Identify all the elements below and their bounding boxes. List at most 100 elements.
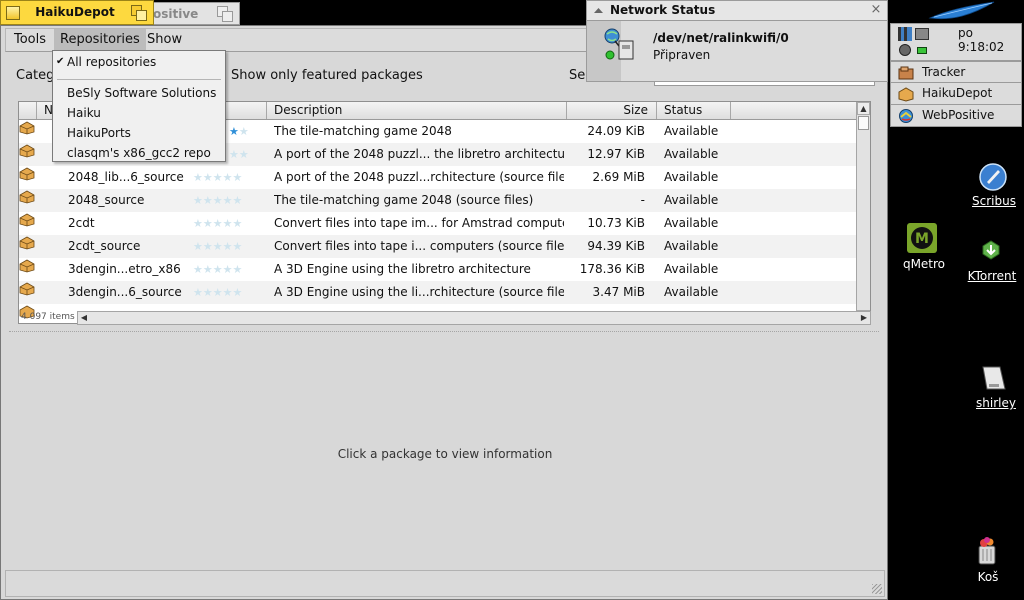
package-description: Convert files into tape i... computers (… <box>274 239 564 253</box>
ktorrent-icon <box>982 240 1000 260</box>
package-description: A port of the 2048 puzzl...rchitecture (… <box>274 170 564 184</box>
package-description: A port of the 2048 puzzl... the libretro… <box>274 147 564 161</box>
package-description: A 3D Engine using the libretro architect… <box>274 262 531 276</box>
zoom-icon[interactable] <box>131 5 147 21</box>
collapse-arrow-icon[interactable] <box>593 5 604 16</box>
vertical-scrollbar[interactable]: ▲ ▼ <box>856 102 870 323</box>
package-rating: ★★★★★ <box>193 286 243 299</box>
desktop-icon-scribus[interactable]: Scribus <box>966 160 1022 212</box>
desktop-icon-label: Koš <box>977 570 999 584</box>
package-size: 94.39 KiB <box>587 239 645 253</box>
scribus-icon <box>979 163 1007 191</box>
volume-drive-icon <box>982 366 1006 390</box>
package-status: Available <box>664 262 719 276</box>
desktop-icon-trash[interactable]: Koš <box>960 536 1016 586</box>
package-icon <box>19 213 35 227</box>
package-rating: ★★★★★ <box>193 263 243 276</box>
package-description: A 3D Engine using the li...rchitecture (… <box>274 285 564 299</box>
battery-icon[interactable] <box>917 47 927 54</box>
menu-item-repository[interactable]: HaikuPorts <box>53 123 225 143</box>
menu-item-repository[interactable]: BeSly Software Solutions <box>53 83 225 103</box>
scroll-thumb[interactable] <box>858 116 869 130</box>
webpositive-icon <box>899 109 913 123</box>
table-row[interactable]: 2cdt_source ★★★★★ Convert files into tap… <box>19 235 857 258</box>
window-title: HaikuDepot <box>35 5 115 19</box>
menu-item-all-repositories[interactable]: ✔ All repositories <box>53 52 225 72</box>
menu-item-repository[interactable]: clasqm's x86_gcc2 repo <box>53 143 225 163</box>
package-rating: ★★★★★ <box>193 240 243 253</box>
close-icon[interactable] <box>6 6 20 20</box>
trash-icon <box>978 537 996 565</box>
tracker-icon <box>898 66 914 80</box>
menu-item-repository[interactable]: Haiku <box>53 103 225 123</box>
package-icon <box>19 167 35 181</box>
pane-divider[interactable] <box>9 331 879 332</box>
table-row[interactable]: 2cdt ★★★★★ Convert files into tape im...… <box>19 212 857 235</box>
featured-checkbox-label[interactable]: Show only featured packages <box>231 68 423 83</box>
table-row[interactable]: 2048_source ★★★★★ The tile-matching game… <box>19 189 857 212</box>
network-tray-icon[interactable] <box>915 28 929 40</box>
package-status: Available <box>664 193 719 207</box>
horizontal-scrollbar[interactable]: ◀ ▶ <box>77 311 871 325</box>
scroll-right-arrow-icon[interactable]: ▶ <box>858 312 870 324</box>
network-state: Připraven <box>653 48 711 62</box>
process-controller-icon[interactable] <box>898 27 912 41</box>
bottom-bar <box>5 570 885 597</box>
package-status: Available <box>664 147 719 161</box>
network-interface: /dev/net/ralinkwifi/0 <box>653 31 789 45</box>
deskbar-item-tracker[interactable]: Tracker <box>890 61 1022 83</box>
qmetro-icon: M <box>907 223 937 253</box>
desktop-icon-qmetro[interactable]: M qMetro <box>896 222 952 274</box>
scroll-up-arrow-icon[interactable]: ▲ <box>857 102 870 115</box>
checkmark-icon: ✔ <box>56 56 65 67</box>
deskbar-item-webpositive[interactable]: WebPositive <box>890 105 1022 127</box>
column-icon[interactable] <box>19 102 37 119</box>
package-status: Available <box>664 285 719 299</box>
table-row[interactable]: 2048_lib...6_source ★★★★★ A port of the … <box>19 166 857 189</box>
column-description[interactable]: Description <box>267 102 567 119</box>
desktop-icon-shirley[interactable]: shirley <box>968 362 1024 414</box>
desktop-icon-label: Scribus <box>972 194 1016 208</box>
column-size[interactable]: Size <box>567 102 657 119</box>
package-size: 10.73 KiB <box>587 216 645 230</box>
menu-tools[interactable]: Tools <box>8 29 52 51</box>
desktop-icon-label: KTorrent <box>967 269 1017 283</box>
deskbar: po 9:18:02 Tracker HaikuDepot WebPositiv… <box>888 0 1024 128</box>
table-row[interactable]: 3dengin...etro_x86 ★★★★★ A 3D Engine usi… <box>19 258 857 281</box>
resize-grip-icon[interactable] <box>872 584 882 594</box>
network-status-tab[interactable]: Network Status × <box>586 0 888 21</box>
package-rating: ★★★★★ <box>193 171 243 184</box>
webpositive-tab-title: ositive <box>153 7 199 21</box>
package-size: 3.47 MiB <box>592 285 645 299</box>
menu-show[interactable]: Show <box>141 29 188 51</box>
package-description: The tile-matching game 2048 (source file… <box>274 193 534 207</box>
package-size: 2.69 MiB <box>592 170 645 184</box>
haikudepot-window-tab[interactable]: HaikuDepot <box>0 0 154 25</box>
deskbar-item-haikudepot[interactable]: HaikuDepot <box>890 83 1022 105</box>
package-status: Available <box>664 124 719 138</box>
package-name: 2048_lib...6_source <box>68 170 184 184</box>
package-icon <box>19 282 35 296</box>
desktop-icon-ktorrent[interactable]: KTorrent <box>962 238 1022 288</box>
package-icon <box>19 144 35 158</box>
zoom-icon[interactable] <box>217 6 233 22</box>
menu-item-label: All repositories <box>67 55 157 69</box>
deskbar-item-label: HaikuDepot <box>922 86 993 100</box>
package-status: Available <box>664 239 719 253</box>
package-size: - <box>640 193 645 207</box>
clock[interactable]: po 9:18:02 <box>958 26 1021 54</box>
table-row[interactable]: 3dengin...6_source ★★★★★ A 3D Engine usi… <box>19 281 857 304</box>
package-description: The tile-matching game 2048 <box>274 124 452 138</box>
svg-text:M: M <box>915 231 929 247</box>
column-status[interactable]: Status <box>657 102 731 119</box>
network-status-window: /dev/net/ralinkwifi/0 Připraven <box>586 21 888 82</box>
menu-separator <box>57 79 221 80</box>
close-icon[interactable]: × <box>869 2 883 18</box>
menu-repositories[interactable]: Repositories <box>54 29 146 51</box>
volume-icon[interactable] <box>899 44 911 56</box>
leaf-menu-icon[interactable] <box>922 0 1002 22</box>
package-name: 2cdt_source <box>68 239 141 253</box>
scroll-left-arrow-icon[interactable]: ◀ <box>78 312 90 324</box>
package-icon <box>19 121 35 135</box>
package-rating: ★★★★★ <box>193 194 243 207</box>
